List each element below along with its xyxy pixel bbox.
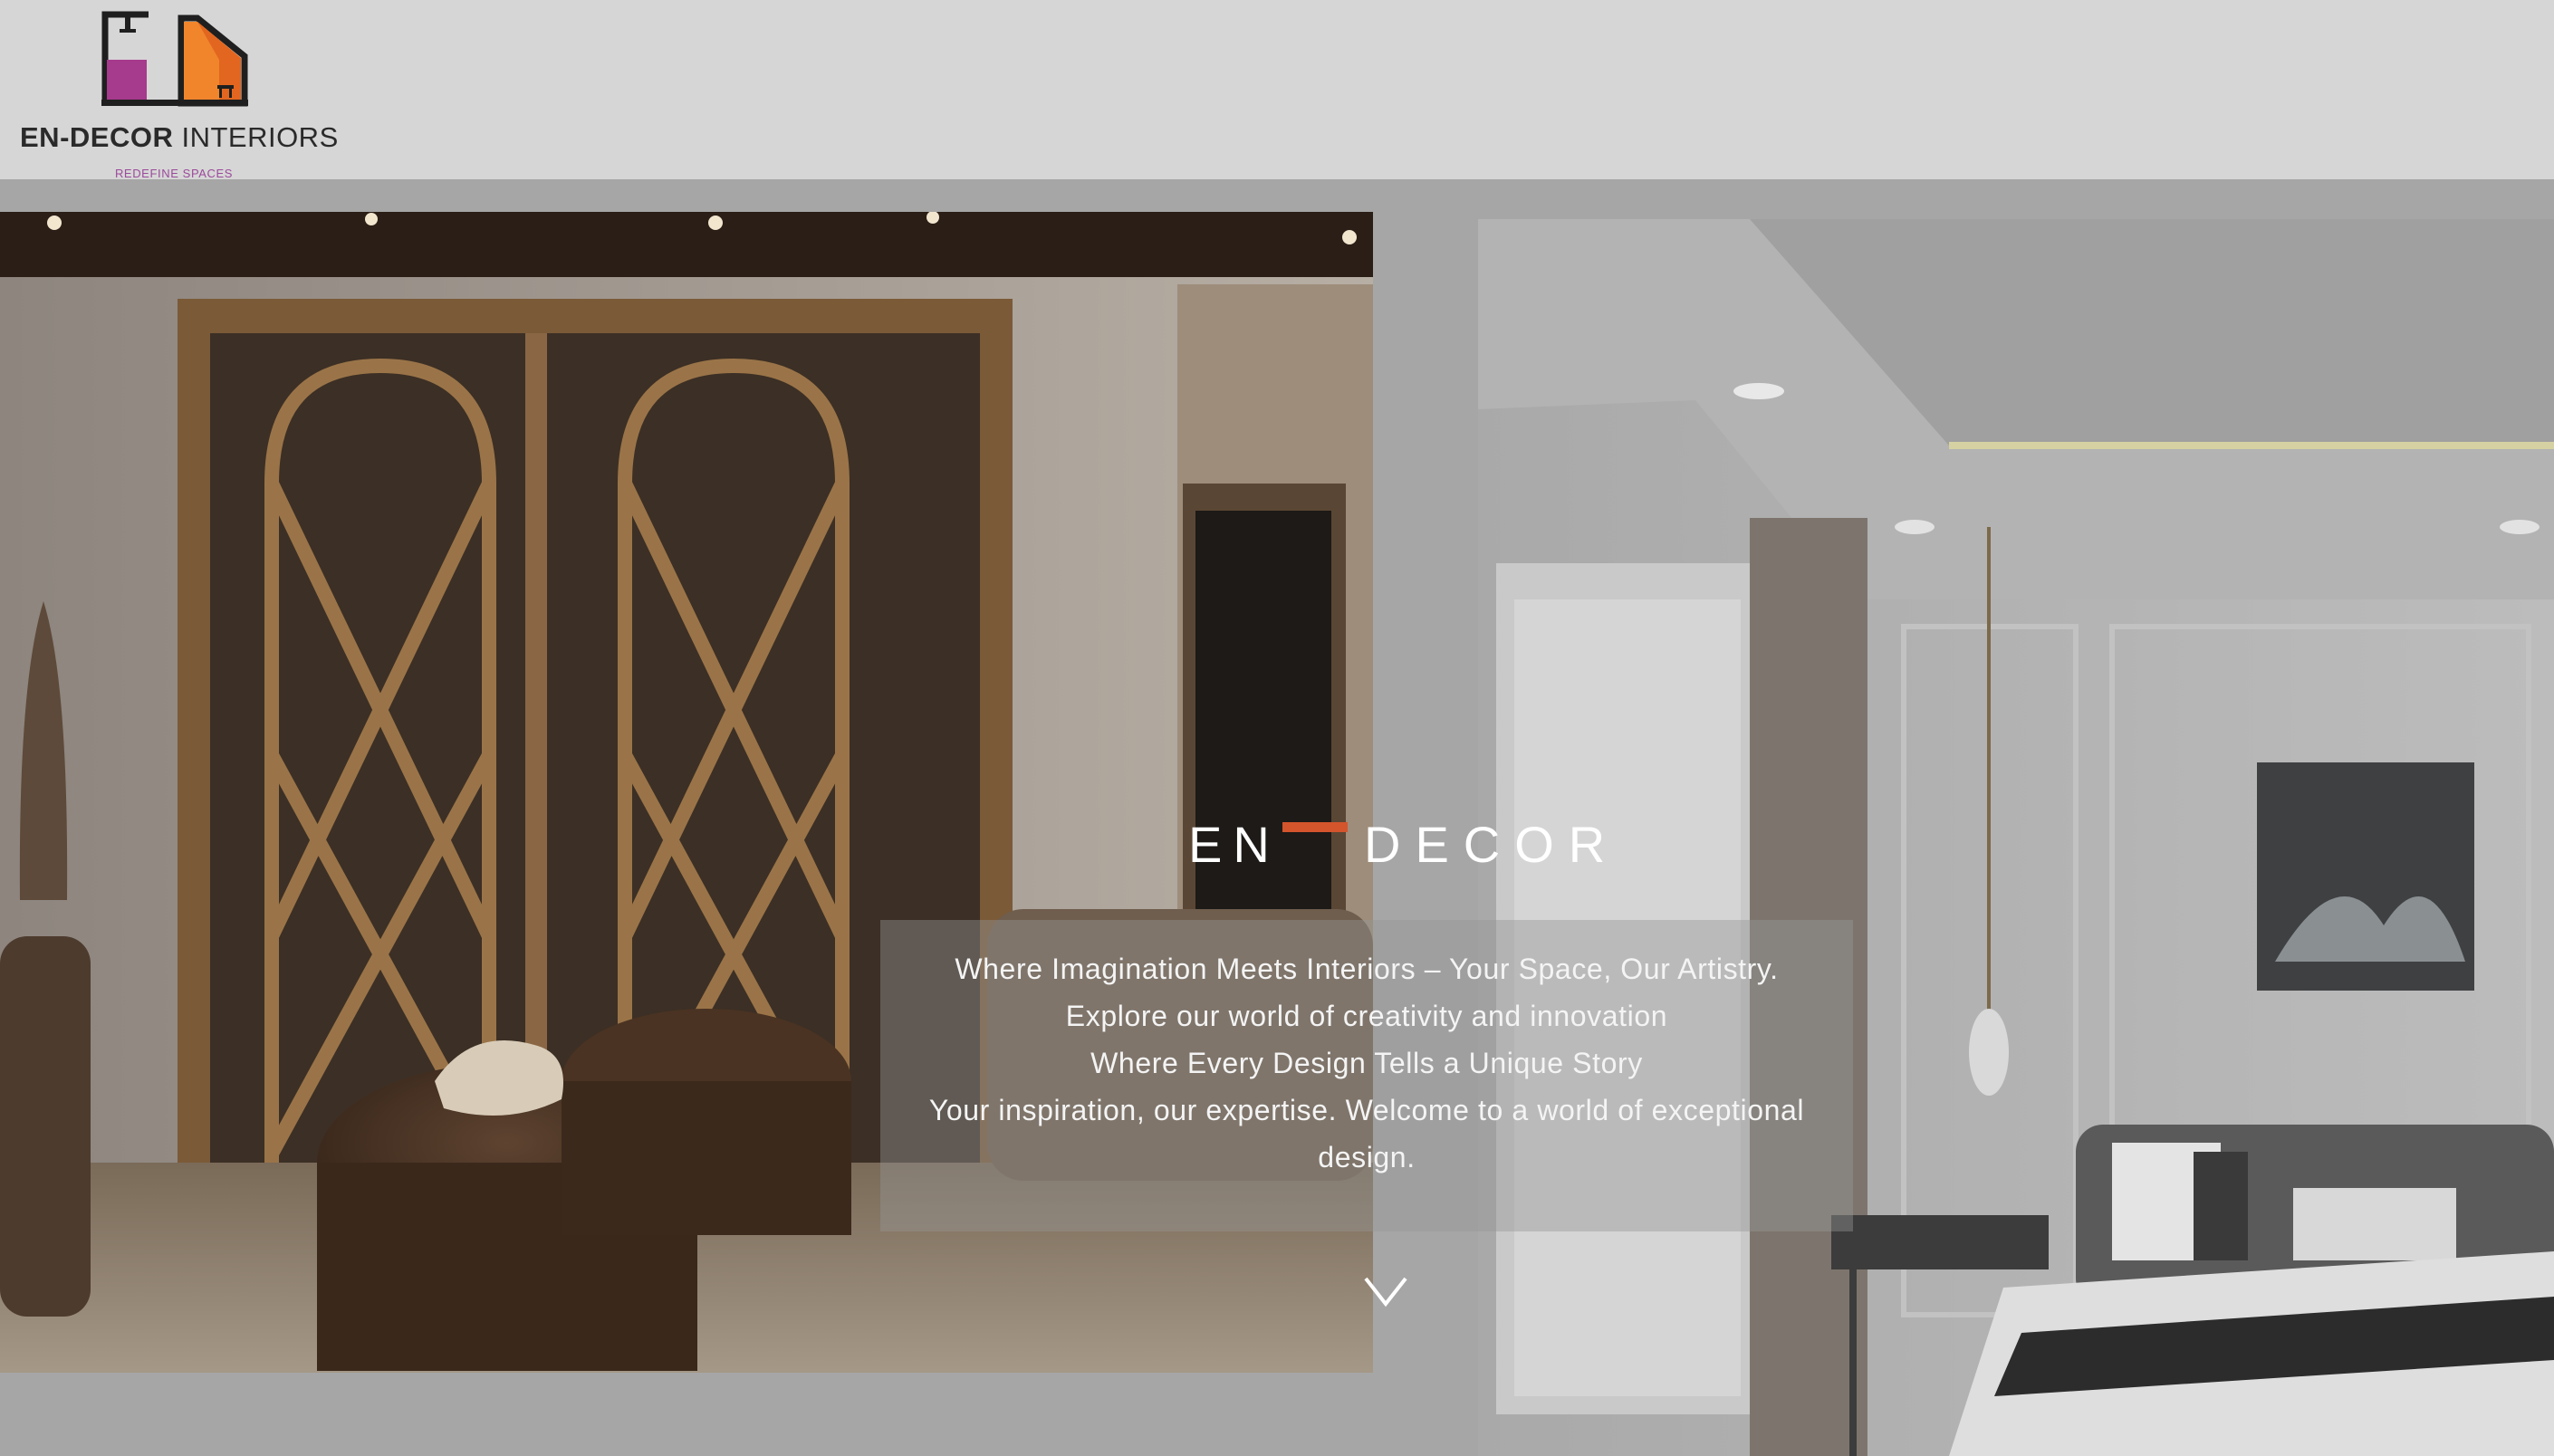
hero-brand-word-decor: DECOR [1364, 816, 1620, 873]
house-logo-icon [101, 11, 248, 107]
hero-brand: EN DECOR [1186, 813, 1605, 876]
logo-wordmark: EN-DECOR INTERIORS [20, 121, 339, 153]
tagline-line: Your inspiration, our expertise. Welcome… [928, 1094, 1805, 1126]
tagline-line: design. [1318, 1141, 1416, 1173]
chevron-down-icon [1364, 1277, 1407, 1308]
hero-brand-word-en: EN [1188, 816, 1281, 873]
site-header: EN-DECOR INTERIORS REDEFINE SPACES [0, 0, 2554, 180]
tagline-line: Where Imagination Meets Interiors – Your… [955, 953, 1779, 985]
site-logo[interactable]: EN-DECOR INTERIORS REDEFINE SPACES [20, 9, 339, 180]
hero-tagline-box: Where Imagination Meets Interiors – Your… [880, 920, 1853, 1231]
logo-tagline: REDEFINE SPACES [114, 167, 234, 180]
tagline-line: Where Every Design Tells a Unique Story [1090, 1047, 1643, 1079]
hero-section: EN DECOR Where Imagination Meets Interio… [0, 179, 2554, 1456]
hero-brand-accent-dash [1282, 822, 1348, 832]
bedroom-photo [1478, 219, 2554, 1456]
tagline-line: Explore our world of creativity and inno… [1065, 1000, 1668, 1032]
scroll-down-button[interactable] [1362, 1275, 1409, 1308]
